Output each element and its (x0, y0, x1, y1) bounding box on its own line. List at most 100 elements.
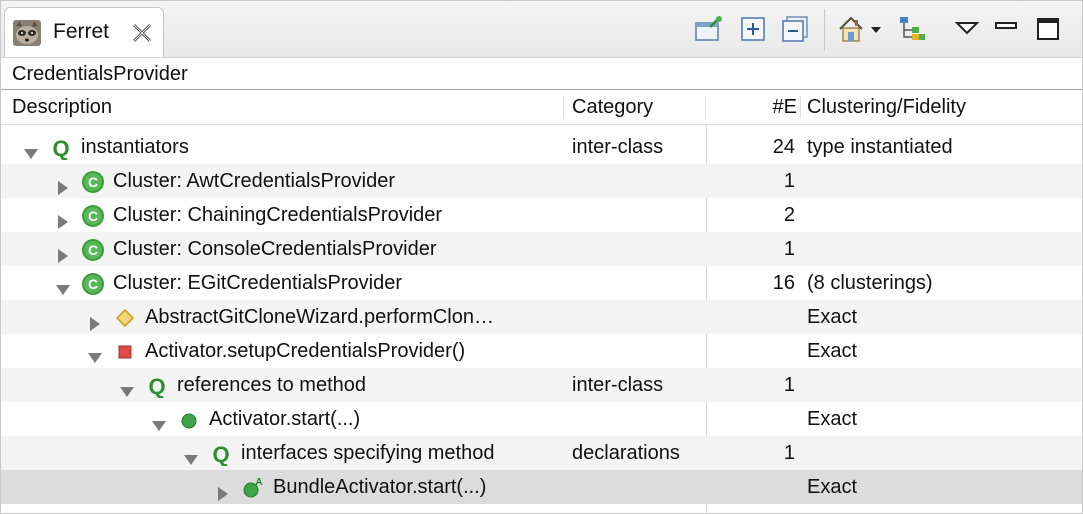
column-header-category[interactable]: Category (572, 90, 653, 124)
expanded-twisty-icon[interactable] (23, 139, 39, 159)
row-description: Activator.setupCredentialsProvider() (1, 334, 563, 368)
raccoon-icon (13, 20, 41, 46)
row-count: 1 (783, 238, 795, 260)
row-clustering: Exact (807, 408, 858, 430)
row-count: 1 (783, 170, 795, 192)
row-count: 1 (783, 374, 795, 396)
row-category (572, 164, 702, 198)
row-clustering (807, 198, 1077, 232)
row-label: Cluster: AwtCredentialsProvider (113, 170, 395, 192)
expanded-twisty-icon[interactable] (183, 445, 199, 465)
collapsed-twisty-icon[interactable] (87, 309, 103, 331)
row-description: A BundleActivator.start(...) (1, 470, 563, 504)
row-clustering: Exact (807, 306, 858, 328)
row-count (707, 470, 795, 504)
row-description: Activator.start(...) (1, 402, 563, 436)
tree-row[interactable]: C Cluster: ConsoleCredentialsProvider 1 (1, 232, 1082, 266)
header-separator (800, 96, 801, 118)
column-header-count[interactable]: #E (707, 90, 797, 124)
row-category (572, 470, 702, 504)
query-icon: Q (145, 374, 169, 399)
private-method-icon (113, 340, 137, 364)
tree-row[interactable]: Qinstantiators inter-class 24 type instanti… (1, 130, 1082, 164)
collapsed-twisty-icon[interactable] (55, 241, 71, 263)
row-category: inter-class (572, 136, 664, 158)
column-header-clustering[interactable]: Clustering/Fidelity (807, 90, 966, 124)
svg-text:C: C (88, 208, 98, 224)
row-clustering: Exact (807, 340, 858, 362)
row-count: 16 (772, 272, 795, 294)
maximize-icon[interactable] (1034, 15, 1062, 43)
tree-row[interactable]: Activator.setupCredentialsProvider() Exac… (1, 334, 1082, 368)
svg-text:C: C (88, 276, 98, 292)
row-description: AbstractGitCloneWizard.performClon… (1, 300, 563, 334)
collapsed-twisty-icon[interactable] (55, 207, 71, 229)
row-clustering (807, 436, 1077, 470)
tree-row[interactable]: C Cluster: ChainingCredentialsProvider 2 (1, 198, 1082, 232)
row-count: 2 (783, 204, 795, 226)
row-label: instantiators (81, 136, 189, 158)
tree-row[interactable]: Qinterfaces specifying method declaration… (1, 436, 1082, 470)
pin-view-icon[interactable] (694, 15, 722, 43)
view-menu-icon[interactable] (953, 15, 981, 43)
hierarchy-icon[interactable] (898, 15, 926, 43)
collapsed-twisty-icon[interactable] (55, 173, 71, 195)
tree-row[interactable]: AbstractGitCloneWizard.performClon… Exact (1, 300, 1082, 334)
tab-label: Ferret (53, 20, 110, 43)
svg-text:C: C (88, 174, 98, 190)
row-clustering: type instantiated (807, 136, 953, 158)
expand-all-icon[interactable] (739, 15, 767, 43)
tree-row[interactable]: Activator.start(...) Exact (1, 402, 1082, 436)
close-icon[interactable] (131, 22, 153, 44)
row-description: C Cluster: AwtCredentialsProvider (1, 164, 563, 198)
header-separator (563, 96, 564, 118)
row-label: Activator.start(...) (209, 408, 361, 430)
column-header-description[interactable]: Description (12, 90, 112, 124)
collapse-all-icon[interactable] (781, 15, 809, 43)
svg-text:Q: Q (148, 374, 165, 398)
row-label: Cluster: ChainingCredentialsProvider (113, 204, 443, 226)
home-icon[interactable] (837, 15, 865, 43)
abstract-method-icon: A (241, 476, 265, 500)
expanded-twisty-icon[interactable] (55, 275, 71, 295)
ferret-view: Ferret CredentialsProvider Description C… (0, 0, 1083, 514)
ferret-tab[interactable]: Ferret (4, 7, 164, 57)
row-count: 1 (783, 442, 795, 464)
view-subtitle: CredentialsProvider (12, 63, 188, 85)
tree-row[interactable]: C Cluster: EGitCredentialsProvider 16 (8 cl… (1, 266, 1082, 300)
row-count (707, 334, 795, 368)
minimize-icon[interactable] (992, 15, 1020, 43)
svg-text:Q: Q (212, 442, 229, 466)
class-icon: C (81, 272, 105, 296)
row-category: inter-class (572, 374, 664, 396)
class-icon: C (81, 204, 105, 228)
row-count: 24 (772, 136, 795, 158)
tree-row[interactable]: A BundleActivator.start(...) Exact (1, 470, 1082, 504)
row-clustering (807, 232, 1077, 266)
header-separator (705, 96, 706, 118)
svg-text:A: A (255, 477, 262, 488)
row-category (572, 402, 702, 436)
tree-row[interactable]: C Cluster: AwtCredentialsProvider 1 (1, 164, 1082, 198)
row-category (572, 300, 702, 334)
tree-row[interactable]: Qreferences to method inter-class 1 (1, 368, 1082, 402)
toolbar-separator (824, 9, 825, 51)
row-label: BundleActivator.start(...) (273, 476, 487, 498)
row-category (572, 334, 702, 368)
expanded-twisty-icon[interactable] (151, 411, 167, 431)
query-icon: Q (49, 136, 73, 161)
svg-text:Q: Q (52, 136, 69, 160)
row-category (572, 232, 702, 266)
expanded-twisty-icon[interactable] (119, 377, 135, 397)
public-method-icon (177, 408, 201, 432)
dropdown-arrow-icon[interactable] (869, 15, 883, 43)
view-tab-bar: Ferret (1, 1, 1082, 58)
row-category (572, 266, 702, 300)
row-count (707, 300, 795, 334)
row-description: C Cluster: EGitCredentialsProvider (1, 266, 563, 300)
collapsed-twisty-icon[interactable] (215, 479, 231, 501)
row-description: Qinstantiators (1, 130, 563, 164)
query-icon: Q (209, 442, 233, 467)
expanded-twisty-icon[interactable] (87, 343, 103, 363)
tree-header: Description Category #E Clustering/Fidel… (1, 89, 1082, 125)
